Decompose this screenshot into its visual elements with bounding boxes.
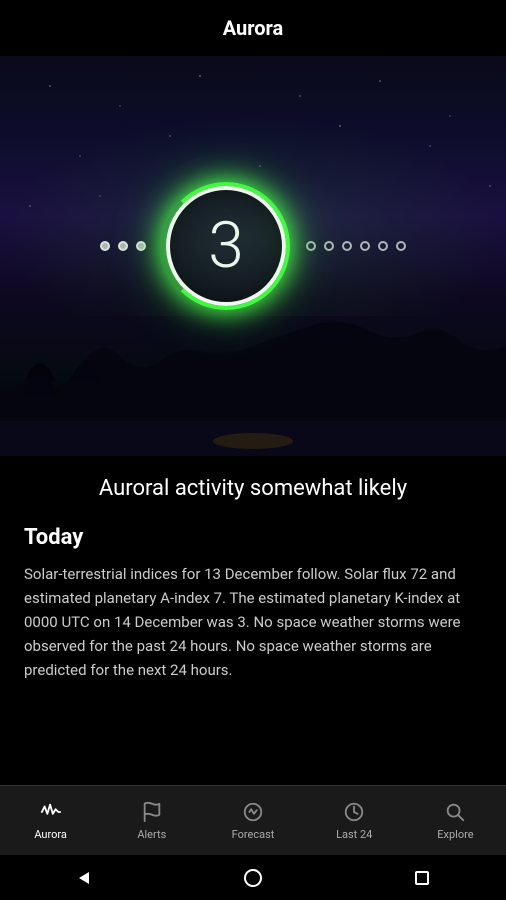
nav-item-explore[interactable]: Explore xyxy=(405,800,506,841)
dot-4 xyxy=(324,241,334,251)
nav-label-forecast: Forecast xyxy=(232,828,275,841)
nav-label-last24: Last 24 xyxy=(336,828,372,841)
nav-item-last24[interactable]: Last 24 xyxy=(304,800,405,841)
dots-left xyxy=(100,241,146,251)
nav-label-explore: Explore xyxy=(437,828,473,841)
nav-item-aurora[interactable]: Aurora xyxy=(0,800,101,841)
flag-icon xyxy=(140,800,164,824)
hero-image: 3 xyxy=(0,56,506,456)
main-content: Auroral activity somewhat likely Today S… xyxy=(0,456,506,785)
kp-container: 3 xyxy=(100,186,406,306)
bottom-nav: Aurora Alerts Forecast Last 24 xyxy=(0,785,506,855)
kp-circle: 3 xyxy=(166,186,286,306)
landscape-silhouette xyxy=(0,296,506,456)
waveform-icon xyxy=(39,800,63,824)
back-button[interactable] xyxy=(74,868,94,888)
dot-8 xyxy=(396,241,406,251)
dots-right xyxy=(306,241,406,251)
chart-icon xyxy=(241,800,265,824)
home-button[interactable] xyxy=(243,868,263,888)
system-nav xyxy=(0,855,506,900)
dot-2 xyxy=(136,241,146,251)
dot-0 xyxy=(100,241,110,251)
dot-6 xyxy=(360,241,370,251)
recents-button[interactable] xyxy=(412,868,432,888)
today-body: Solar-terrestrial indices for 13 Decembe… xyxy=(24,562,482,682)
nav-label-aurora: Aurora xyxy=(34,828,67,841)
today-label: Today xyxy=(24,525,482,550)
activity-text: Auroral activity somewhat likely xyxy=(24,476,482,501)
nav-item-alerts[interactable]: Alerts xyxy=(101,800,202,841)
search-icon xyxy=(443,800,467,824)
nav-item-forecast[interactable]: Forecast xyxy=(202,800,303,841)
dot-1 xyxy=(118,241,128,251)
dot-5 xyxy=(342,241,352,251)
clock-icon xyxy=(342,800,366,824)
app-header: Aurora xyxy=(0,0,506,56)
kp-number: 3 xyxy=(208,214,244,278)
dot-7 xyxy=(378,241,388,251)
dot-3 xyxy=(306,241,316,251)
nav-label-alerts: Alerts xyxy=(137,828,166,841)
app-title: Aurora xyxy=(223,16,284,40)
